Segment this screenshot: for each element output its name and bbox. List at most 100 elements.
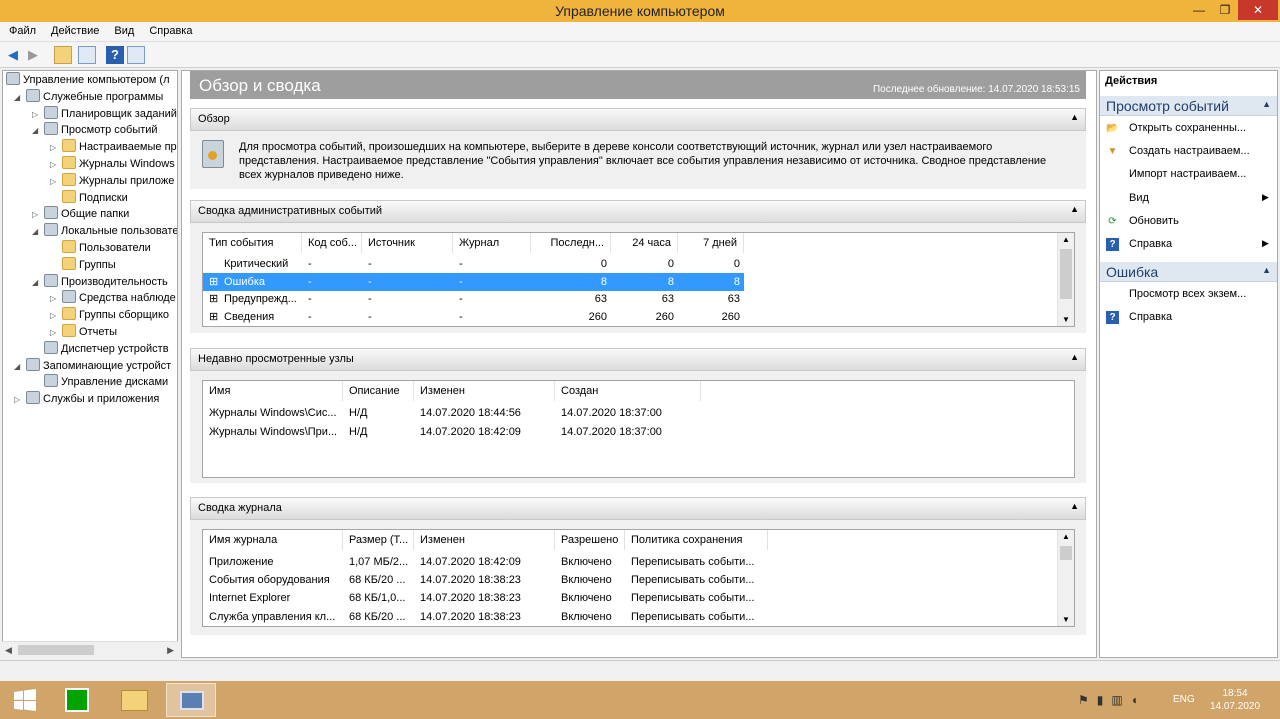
column-header[interactable]: Политика сохранения bbox=[625, 530, 768, 550]
table-row[interactable]: ⊞ Ошибка - - -8 8 8 bbox=[203, 272, 744, 291]
tree-node[interactable]: Управление дисками bbox=[32, 374, 168, 391]
table-row[interactable]: Служба управления кл... 68 КБ/20 ... 14.07… bbox=[203, 608, 768, 626]
table-row[interactable]: Приложение 1,07 МБ/2... 14.07.2020 18:42:0… bbox=[203, 553, 768, 571]
computer-management-taskbar-button[interactable] bbox=[166, 683, 216, 717]
action-item[interactable]: Импорт настраиваем... bbox=[1129, 165, 1246, 183]
expander-icon[interactable]: ▷ bbox=[50, 139, 62, 156]
tree-node[interactable]: ▷ Средства наблюде bbox=[50, 290, 176, 307]
vertical-scrollbar[interactable]: ▲ ▼ bbox=[1057, 530, 1074, 626]
action-item[interactable]: Справка bbox=[1129, 308, 1172, 326]
collapse-icon[interactable]: ▲ bbox=[1262, 99, 1271, 109]
collapse-icon[interactable]: ▲ bbox=[1070, 112, 1079, 122]
tree-node[interactable]: Группы bbox=[50, 256, 116, 274]
column-header[interactable]: Разрешено bbox=[555, 530, 625, 550]
tray-icons[interactable]: ⚑▮▥◖ bbox=[1078, 693, 1146, 707]
tree-node[interactable]: Диспетчер устройств bbox=[32, 340, 169, 358]
network-icon[interactable]: ▥ bbox=[1111, 693, 1130, 707]
tree-node[interactable]: ◢ Запоминающие устройст bbox=[14, 357, 171, 375]
tree-node[interactable]: ◢ Локальные пользовате bbox=[32, 223, 177, 240]
forward-icon[interactable]: ▶ bbox=[24, 46, 42, 64]
expander-icon[interactable]: ◢ bbox=[32, 122, 44, 139]
flag-icon[interactable]: ⚑ bbox=[1078, 693, 1097, 707]
table-row[interactable]: Журналы Windows\При... Н/Д 14.07.2020 18:4… bbox=[203, 423, 701, 441]
action-item[interactable]: Вид bbox=[1129, 189, 1149, 207]
expander-icon[interactable]: ▷ bbox=[50, 290, 62, 307]
column-header[interactable]: Тип события bbox=[203, 233, 302, 253]
expander-icon[interactable]: ▷ bbox=[50, 324, 62, 341]
language-indicator[interactable]: ENG bbox=[1173, 694, 1195, 705]
column-header[interactable]: Журнал bbox=[453, 233, 531, 253]
tree-node[interactable]: ▷ Отчеты bbox=[50, 324, 117, 341]
show-hide-tree-icon[interactable] bbox=[78, 46, 96, 64]
column-header[interactable]: Описание bbox=[343, 381, 414, 401]
maximize-icon[interactable]: ❐ bbox=[1212, 0, 1238, 20]
column-header[interactable]: Последн... bbox=[531, 233, 611, 253]
power-icon[interactable]: ▮ bbox=[1097, 693, 1112, 707]
action-item[interactable]: Открыть сохраненны... bbox=[1129, 119, 1246, 137]
tree-node[interactable]: ▷ Настраиваемые пр bbox=[50, 139, 177, 156]
admin-events-panel-header[interactable]: Сводка административных событий ▲ bbox=[190, 200, 1086, 223]
collapse-icon[interactable]: ▲ bbox=[1070, 501, 1079, 511]
help-icon[interactable]: ? bbox=[106, 46, 124, 64]
explorer-taskbar-button[interactable] bbox=[109, 683, 159, 717]
expander-icon[interactable]: ◢ bbox=[32, 223, 44, 240]
expand-plus-icon[interactable]: ⊞ bbox=[209, 273, 224, 291]
show-hide-actions-icon[interactable] bbox=[127, 46, 145, 64]
table-row[interactable]: Internet Explorer 68 КБ/1,0... 14.07.2020 … bbox=[203, 589, 768, 607]
overview-panel-header[interactable]: Обзор ▲ bbox=[190, 108, 1086, 131]
clock[interactable]: 18:54 14.07.2020 bbox=[1205, 687, 1265, 713]
tree-node[interactable]: ◢ Просмотр событий bbox=[32, 122, 158, 139]
tree-node[interactable]: ◢ Служебные программы bbox=[14, 88, 163, 106]
menu-item-3[interactable]: Справка bbox=[140, 22, 198, 37]
expander-icon[interactable]: ▷ bbox=[32, 106, 44, 123]
tree-node[interactable]: Подписки bbox=[50, 189, 128, 207]
tree-node[interactable]: ▷ Службы и приложения bbox=[14, 391, 159, 408]
expander-icon[interactable]: ▷ bbox=[14, 391, 26, 408]
expander-icon[interactable]: ◢ bbox=[14, 89, 26, 106]
menu-item-0[interactable]: Файл bbox=[0, 22, 42, 37]
column-header[interactable]: Код соб... bbox=[302, 233, 362, 253]
tree-node[interactable]: ▷ Журналы Windows bbox=[50, 156, 175, 173]
expand-plus-icon[interactable]: ⊞ bbox=[209, 290, 224, 308]
expand-plus-icon[interactable]: ⊞ bbox=[209, 308, 224, 326]
action-item[interactable]: Просмотр всех экзем... bbox=[1129, 285, 1246, 303]
up-folder-icon[interactable] bbox=[54, 46, 72, 64]
expander-icon[interactable]: ▷ bbox=[50, 307, 62, 324]
minimize-icon[interactable]: — bbox=[1186, 0, 1212, 20]
column-header[interactable]: Размер (Т... bbox=[343, 530, 414, 550]
action-item[interactable]: Обновить bbox=[1129, 212, 1179, 230]
collapse-icon[interactable]: ▲ bbox=[1070, 352, 1079, 362]
expander-icon[interactable]: ▷ bbox=[50, 156, 62, 173]
log-summary-panel-header[interactable]: Сводка журнала ▲ bbox=[190, 497, 1086, 520]
actions-section-event-viewer[interactable]: Просмотр событий ▲ bbox=[1100, 96, 1277, 116]
back-icon[interactable]: ◀ bbox=[4, 46, 22, 64]
table-row[interactable]: События оборудования 68 КБ/20 ... 14.07.20… bbox=[203, 571, 768, 589]
table-row[interactable]: ⊞ Сведения - - -260 260 260 bbox=[203, 308, 744, 326]
volume-icon[interactable]: ◖ bbox=[1131, 693, 1146, 707]
table-row[interactable]: ⊞ Предупрежд... - - -63 63 63 bbox=[203, 290, 744, 308]
column-header[interactable]: 24 часа bbox=[611, 233, 678, 253]
tree-node[interactable]: ▷ Журналы приложе bbox=[50, 172, 174, 190]
table-row[interactable]: Журналы Windows\Сис... Н/Д 14.07.2020 18:4… bbox=[203, 404, 701, 422]
expander-icon[interactable]: ▷ bbox=[32, 206, 44, 223]
column-header[interactable]: 7 дней bbox=[678, 233, 744, 253]
vertical-scrollbar[interactable]: ▲ ▼ bbox=[1057, 233, 1074, 326]
close-icon[interactable]: ✕ bbox=[1238, 0, 1278, 20]
collapse-icon[interactable]: ▲ bbox=[1262, 265, 1271, 275]
column-header[interactable]: Источник bbox=[362, 233, 453, 253]
tree-node[interactable]: ◢ Производительность bbox=[32, 273, 168, 291]
menu-item-2[interactable]: Вид bbox=[105, 22, 140, 37]
column-header[interactable]: Создан bbox=[555, 381, 701, 401]
action-item[interactable]: Создать настраиваем... bbox=[1129, 142, 1250, 160]
tree-node[interactable]: Управление компьютером (л bbox=[6, 72, 170, 89]
tree-node[interactable]: Пользователи bbox=[50, 240, 151, 257]
column-header[interactable]: Изменен bbox=[414, 530, 555, 550]
expander-icon[interactable]: ▷ bbox=[50, 173, 62, 190]
tree-node[interactable]: ▷ Планировщик заданий bbox=[32, 105, 177, 123]
column-header[interactable]: Имя журнала bbox=[203, 530, 343, 550]
menu-item-1[interactable]: Действие bbox=[42, 22, 105, 37]
actions-section-error[interactable]: Ошибка ▲ bbox=[1100, 262, 1277, 282]
start-button[interactable] bbox=[0, 683, 50, 717]
tree-horizontal-scrollbar[interactable]: ◀ ▶ bbox=[2, 641, 178, 658]
collapse-icon[interactable]: ▲ bbox=[1070, 204, 1079, 214]
